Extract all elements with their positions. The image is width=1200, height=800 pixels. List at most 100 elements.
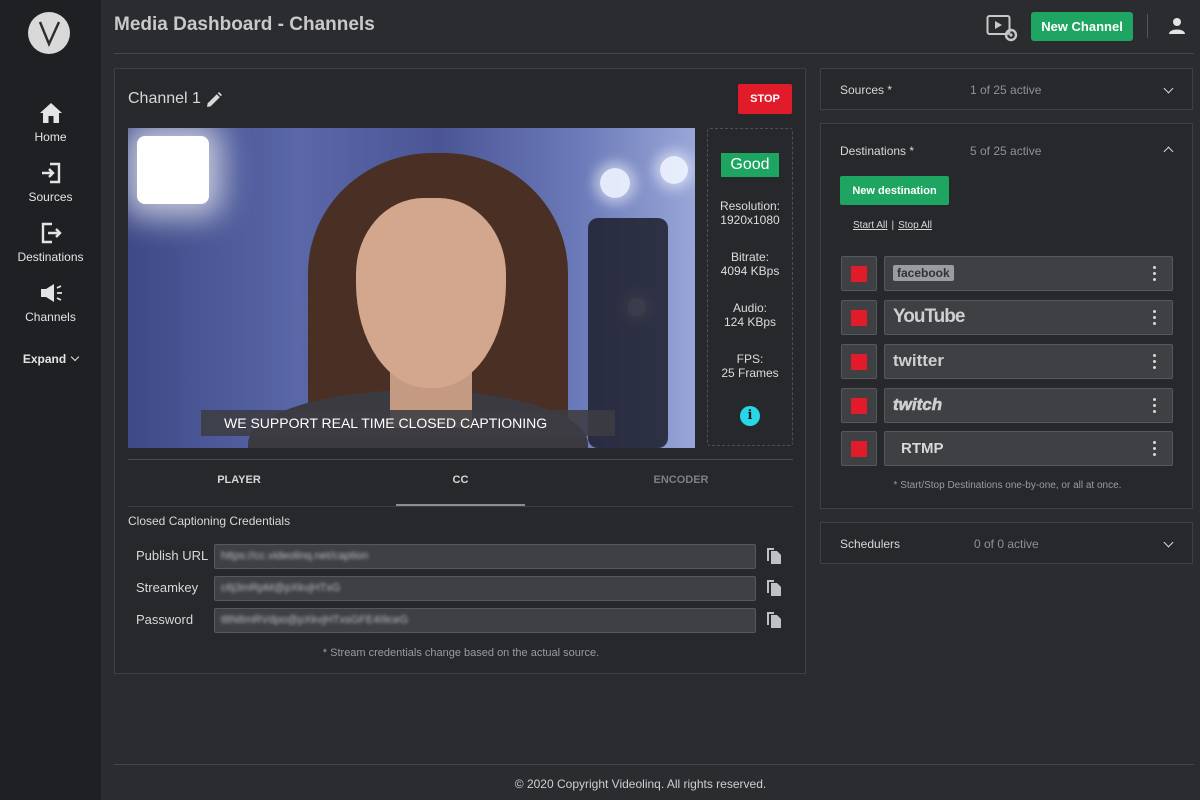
footer-copyright: © 2020 Copyright Videolinq. All rights r… xyxy=(514,777,767,791)
sidebar-item-label: Sources xyxy=(28,190,73,204)
sign-in-icon xyxy=(41,162,60,184)
tabs-divider xyxy=(128,459,793,460)
destination-toggle-youtube[interactable] xyxy=(841,300,877,335)
destination-row-twitch[interactable]: twitch xyxy=(884,388,1173,423)
rtmp-label: RTMP xyxy=(901,440,944,457)
footer-divider xyxy=(114,764,1194,765)
chevron-up-icon[interactable] xyxy=(1163,146,1174,157)
stop-square-icon xyxy=(851,354,867,370)
tab-cc[interactable]: CC xyxy=(396,474,525,486)
home-icon xyxy=(39,103,62,123)
sidebar-item-home[interactable]: Home xyxy=(0,100,101,144)
fps-value: 25 Frames xyxy=(721,366,779,380)
kebab-menu-icon[interactable] xyxy=(1153,354,1157,370)
media-settings-icon[interactable] xyxy=(986,14,1018,42)
destination-row-twitter[interactable]: twitter xyxy=(884,344,1173,379)
start-stop-all-links: Start All | Stop All xyxy=(853,220,932,231)
destination-row-rtmp[interactable]: RTMP xyxy=(884,431,1173,466)
publish-url-value: https://cc.videolinq.net/caption xyxy=(221,550,369,562)
stop-square-icon xyxy=(851,310,867,326)
stop-all-link[interactable]: Stop All xyxy=(898,220,932,231)
bokeh-light xyxy=(600,168,630,198)
streamkey-field[interactable]: c6j3mRpM@pXkvjHTxG xyxy=(214,576,756,601)
sidebar-item-destinations[interactable]: Destinations xyxy=(0,220,101,264)
video-preview[interactable]: WE SUPPORT REAL TIME CLOSED CAPTIONING xyxy=(128,128,695,448)
kebab-menu-icon[interactable] xyxy=(1153,266,1157,282)
fps-label: FPS: xyxy=(736,352,764,366)
copy-icon[interactable] xyxy=(766,611,782,629)
destination-row-youtube[interactable]: YouTube xyxy=(884,300,1173,335)
bokeh-light xyxy=(660,156,688,184)
stop-square-icon xyxy=(851,266,867,282)
sidebar-expand-toggle[interactable]: Expand xyxy=(0,352,101,366)
bitrate-value: 4094 KBps xyxy=(720,264,780,278)
destinations-panel: Destinations * 5 of 25 active New destin… xyxy=(820,123,1193,509)
pencil-icon[interactable] xyxy=(205,91,223,109)
destination-toggle-rtmp[interactable] xyxy=(841,431,877,466)
sidebar-item-sources[interactable]: Sources xyxy=(0,160,101,204)
stop-button[interactable]: STOP xyxy=(738,84,792,114)
sources-title: Sources * xyxy=(840,83,893,97)
info-icon[interactable]: i xyxy=(740,406,760,426)
resolution-label: Resolution: xyxy=(719,199,781,213)
sidebar-item-label: Channels xyxy=(25,310,76,324)
header-divider-line xyxy=(114,53,1194,54)
stop-square-icon xyxy=(851,441,867,457)
resolution-value: 1920x1080 xyxy=(720,213,780,227)
youtube-logo: YouTube xyxy=(893,306,965,327)
sources-count: 1 of 25 active xyxy=(970,83,1042,97)
twitter-logo: twitter xyxy=(893,351,944,370)
chevron-down-icon[interactable] xyxy=(1163,83,1174,94)
start-all-link[interactable]: Start All xyxy=(853,220,887,231)
sources-panel[interactable]: Sources * 1 of 25 active xyxy=(820,68,1193,110)
schedulers-title: Schedulers xyxy=(840,537,901,551)
publish-url-label: Publish URL xyxy=(136,548,209,563)
chevron-down-icon[interactable] xyxy=(1163,537,1174,548)
sidebar-item-channels[interactable]: Channels xyxy=(0,280,101,324)
publish-url-field[interactable]: https://cc.videolinq.net/caption xyxy=(214,544,756,569)
copy-icon[interactable] xyxy=(766,579,782,597)
sign-out-icon xyxy=(41,222,62,244)
tabs-bottom-divider xyxy=(128,506,793,507)
sidebar: Home Sources Destinations Channels Expan… xyxy=(0,0,101,800)
audio-value: 124 KBps xyxy=(723,315,777,329)
credentials-note: * Stream credentials change based on the… xyxy=(322,647,600,659)
destination-row-facebook[interactable]: facebook xyxy=(884,256,1173,291)
destination-toggle-facebook[interactable] xyxy=(841,256,877,291)
kebab-menu-icon[interactable] xyxy=(1153,310,1157,326)
user-icon[interactable] xyxy=(1168,17,1186,35)
kebab-menu-icon[interactable] xyxy=(1153,398,1157,414)
expand-label: Expand xyxy=(22,352,67,366)
tab-encoder[interactable]: ENCODER xyxy=(570,474,792,486)
channel-title: Channel 1 xyxy=(128,90,201,107)
tab-player[interactable]: PLAYER xyxy=(128,474,350,486)
destinations-title: Destinations * xyxy=(840,144,915,158)
app-logo[interactable] xyxy=(28,12,70,54)
audio-label: Audio: xyxy=(732,301,768,315)
closed-caption-overlay: WE SUPPORT REAL TIME CLOSED CAPTIONING xyxy=(201,410,615,436)
stream-stats-panel: Good Resolution: 1920x1080 Bitrate: 4094… xyxy=(707,128,793,446)
v-logo-icon xyxy=(38,21,61,48)
schedulers-panel[interactable]: Schedulers 0 of 0 active xyxy=(820,522,1193,564)
studio-light xyxy=(137,136,209,204)
streamkey-label: Streamkey xyxy=(136,580,199,595)
copy-icon[interactable] xyxy=(766,547,782,565)
chevron-down-icon xyxy=(70,352,80,362)
twitch-logo: twitch xyxy=(893,395,943,415)
destinations-count: 5 of 25 active xyxy=(970,144,1042,158)
facebook-logo: facebook xyxy=(893,265,954,281)
active-tab-indicator xyxy=(396,504,525,506)
channel-panel: Channel 1 STOP WE SUPPORT REAL TIME CLOS… xyxy=(114,68,806,674)
destination-toggle-twitch[interactable] xyxy=(841,388,877,423)
cc-credentials-heading: Closed Captioning Credentials xyxy=(128,514,291,528)
new-destination-button[interactable]: New destination xyxy=(840,176,949,205)
stream-quality-badge: Good xyxy=(721,153,779,177)
header-divider xyxy=(1147,14,1148,38)
new-channel-button[interactable]: New Channel xyxy=(1031,12,1133,41)
kebab-menu-icon[interactable] xyxy=(1153,441,1157,457)
sidebar-item-label: Home xyxy=(34,130,67,144)
password-field[interactable]: t8N8mRVdpo@pXkvjHTxsGFE4i9ceG xyxy=(214,608,756,633)
destinations-note: * Start/Stop Destinations one-by-one, or… xyxy=(893,480,1122,491)
destination-toggle-twitter[interactable] xyxy=(841,344,877,379)
megaphone-icon xyxy=(40,284,62,302)
